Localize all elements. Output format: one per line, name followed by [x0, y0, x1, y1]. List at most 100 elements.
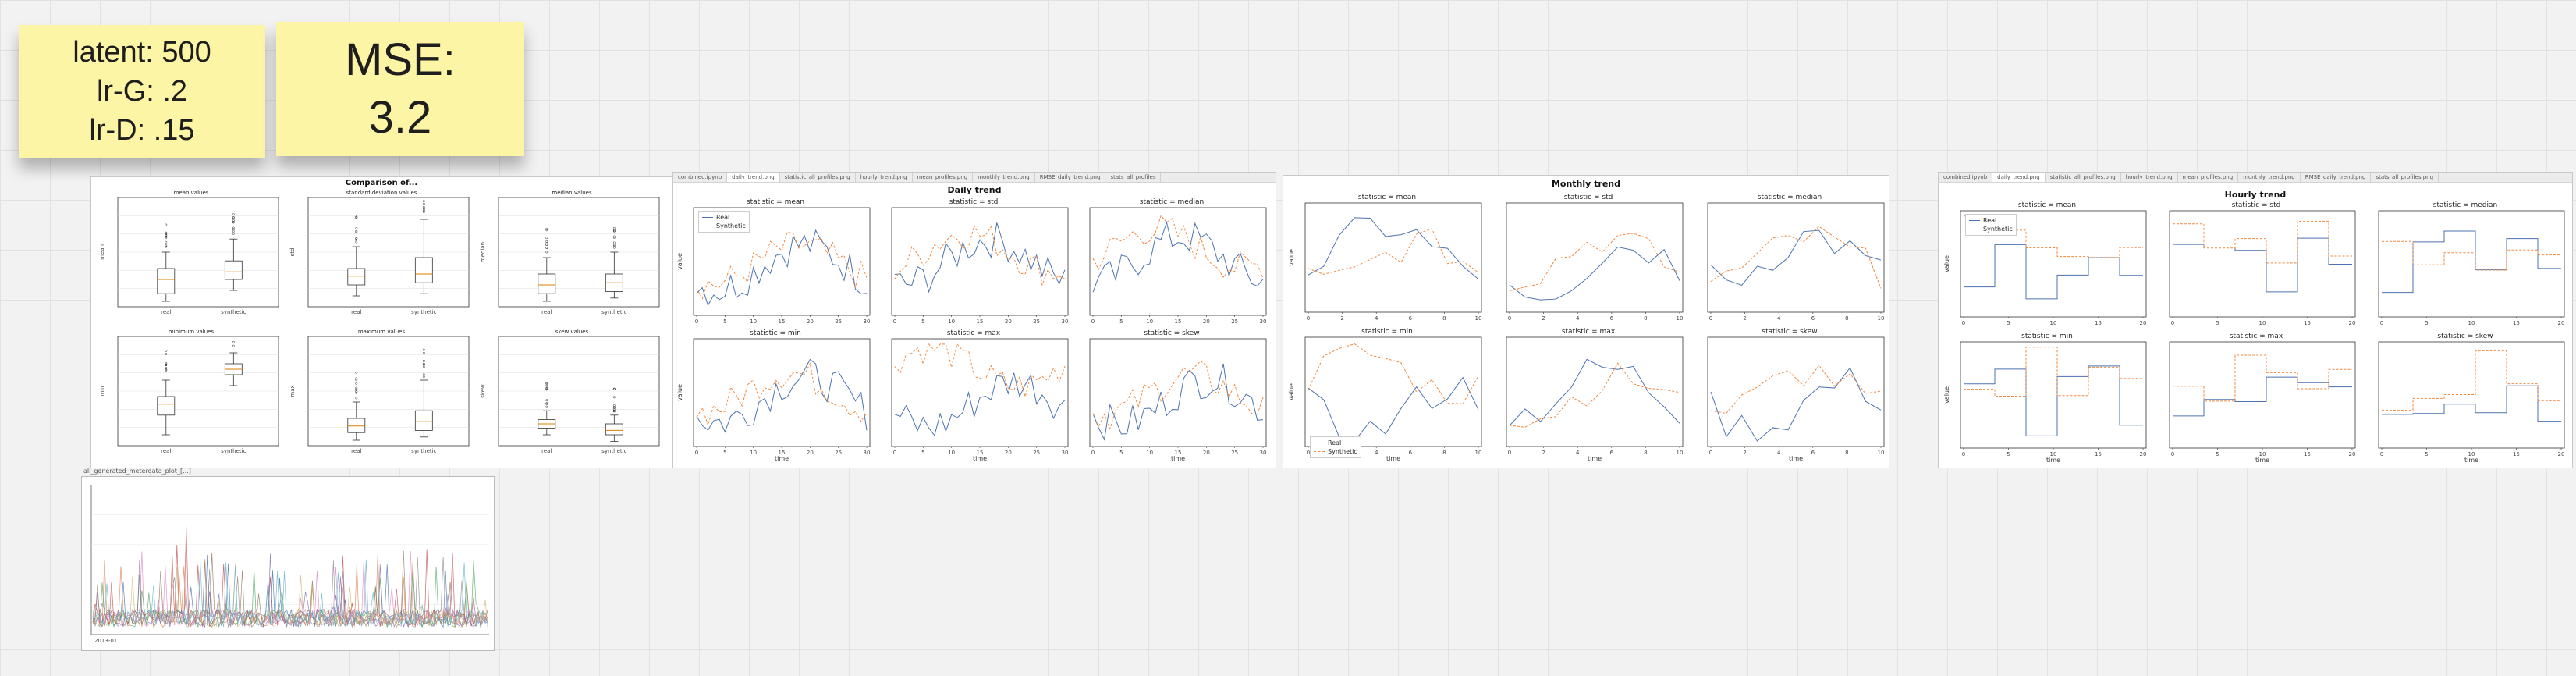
- line-subplot: statistic = median 0 2 4 6 8 10: [1692, 193, 1887, 327]
- series-line: [696, 229, 868, 307]
- x-tick: 4: [1777, 450, 1781, 456]
- legend-real: Real: [1314, 439, 1357, 447]
- series-line: [1092, 221, 1264, 293]
- series-line: [696, 362, 868, 427]
- tab-4[interactable]: mean_profiles.png: [2178, 173, 2239, 182]
- box-synthetic: [224, 340, 243, 386]
- boxplot-subplot: skew values skew real synthetic: [480, 327, 664, 460]
- x-tick: 25: [835, 318, 842, 325]
- line-subplot: statistic = mean 0 2 4 6 8 10 value: [1288, 193, 1485, 327]
- image-caption: all_generated_meterdata_plot_[...]: [83, 468, 191, 475]
- tab-3[interactable]: hourly_trend.png: [2121, 173, 2178, 182]
- x-tick: 2: [1743, 450, 1746, 456]
- note-line: lr-G: .2: [96, 75, 188, 108]
- y-axis-label: value: [1943, 255, 1950, 272]
- x-tick: 2: [1340, 315, 1343, 322]
- x-tick: 20: [2349, 451, 2356, 457]
- tab-6[interactable]: RMSE_daily_trend.png: [2301, 173, 2372, 182]
- x-tick: 0: [1709, 450, 1712, 456]
- series-line: [1710, 226, 1882, 289]
- box-synthetic: [605, 387, 623, 442]
- x-tick: 25: [1033, 450, 1040, 456]
- x-tick: 25: [835, 450, 842, 456]
- x-tick: 15: [2304, 451, 2311, 457]
- generated-profiles-image[interactable]: all_generated_meterdata_plot_[...] 2013-…: [81, 468, 495, 651]
- series-line: [1092, 361, 1264, 430]
- tab-0[interactable]: combined.ipynb: [673, 173, 728, 182]
- x-tick: 15: [2304, 320, 2311, 326]
- x-tick: 6: [1610, 450, 1614, 456]
- hourly-trend-image[interactable]: combined.ipynb daily_trend.png statistic_a…: [1938, 172, 2573, 468]
- x-tick: 5: [1119, 450, 1123, 456]
- legend: Real Synthetic: [1965, 214, 2017, 236]
- tab-2[interactable]: statistic_all_profiles.png: [2046, 173, 2121, 182]
- series-line: [1509, 233, 1680, 291]
- x-tick: 20: [2140, 451, 2147, 457]
- x-tick: 20: [1005, 450, 1012, 456]
- legend-real: Real: [1969, 216, 2013, 225]
- x-tick: 0: [695, 318, 698, 325]
- tab-1[interactable]: daily_trend.png: [727, 173, 780, 182]
- x-tick: 10: [2468, 320, 2475, 326]
- boxplot-subplot: mean values mean real synthetic: [99, 188, 283, 321]
- box-synthetic: [605, 226, 623, 299]
- line-subplot: statistic = mean 0 5 10 15 20 25 30 value Real Syn…: [676, 197, 873, 330]
- line-subplot: statistic = std 0 5 10 15 20 25 30: [876, 197, 1071, 330]
- tab-0[interactable]: combined.ipynb: [1939, 173, 1993, 182]
- series-line: [2382, 350, 2561, 411]
- note-line: MSE:: [345, 34, 456, 85]
- note-line: lr-D: .15: [89, 114, 195, 147]
- series-line: [1964, 347, 2143, 397]
- x-tick: 6: [1409, 315, 1413, 322]
- series-line: [696, 231, 868, 300]
- x-tick: 30: [864, 450, 871, 456]
- x-tick: 0: [893, 318, 896, 325]
- series-line: [1710, 367, 1882, 442]
- tab-7[interactable]: stats_all_profiles: [1105, 173, 1162, 182]
- x-tick: 15: [2513, 451, 2520, 457]
- x-tick: 15: [977, 318, 984, 325]
- sticky-note-hyperparams[interactable]: latent: 500 lr-G: .2 lr-D: .15: [19, 25, 265, 158]
- line-subplot: statistic = min 0 5 10 15 20 25 30 time value: [676, 329, 873, 462]
- tab-3[interactable]: hourly_trend.png: [856, 173, 913, 182]
- tab-1[interactable]: daily_trend.png: [1992, 173, 2046, 182]
- tab-6[interactable]: RMSE_daily_trend.png: [1035, 173, 1106, 182]
- line-subplot: statistic = skew 0 2 4 6 8 10 time: [1692, 327, 1887, 462]
- legend-synthetic: Synthetic: [702, 222, 746, 230]
- x-tick: 5: [921, 318, 924, 325]
- x-tick: 8: [1845, 315, 1848, 322]
- series-line: [1509, 358, 1680, 426]
- x-tick: 8: [1644, 315, 1647, 322]
- series-line: [2173, 354, 2352, 402]
- x-tick: 10: [2259, 320, 2266, 326]
- x-tick: 6: [1409, 450, 1413, 456]
- tab-7[interactable]: stats_all_profiles.png: [2371, 173, 2439, 182]
- monthly-trend-image[interactable]: Monthly trend statistic = mean 0 2 4 6 8 10 val…: [1283, 175, 1889, 468]
- x-tick: 5: [2216, 320, 2219, 326]
- note-line: 3.2: [368, 92, 432, 143]
- boxplot-comparison-image[interactable]: Comparison of... mean values mean real synt…: [90, 176, 672, 468]
- daily-trend-image[interactable]: combined.ipynb daily_trend.png statistic_a…: [672, 172, 1276, 468]
- sticky-note-mse[interactable]: MSE: 3.2: [276, 22, 524, 156]
- tab-4[interactable]: mean_profiles.png: [913, 173, 974, 182]
- line-subplot: statistic = mean 0 5 10 15 20 value Real Synthet…: [1943, 201, 2149, 332]
- x-axis-label: time: [1171, 455, 1185, 462]
- x-tick: 0: [1508, 315, 1511, 322]
- box-xtick: synthetic: [221, 448, 246, 454]
- box-xtick: synthetic: [221, 309, 246, 315]
- tab-5[interactable]: monthly_trend.png: [2238, 173, 2301, 182]
- x-tick: 10: [948, 450, 955, 456]
- x-tick: 15: [2513, 320, 2520, 326]
- line-subplot: statistic = min0246810timevalueRealSynth…: [1288, 327, 1485, 462]
- tab-5[interactable]: monthly_trend.png: [973, 173, 1035, 182]
- line-subplot: statistic = min 0 5 10 15 20 time value: [1943, 332, 2149, 464]
- box-xtick: real: [161, 448, 171, 454]
- x-tick: 30: [1062, 450, 1069, 456]
- x-tick: 0: [1508, 450, 1511, 456]
- series-line: [2173, 220, 2352, 264]
- x-tick: 30: [1260, 450, 1267, 456]
- tab-2[interactable]: statistic_all_profiles.png: [780, 173, 856, 182]
- x-tick: 0: [695, 450, 698, 456]
- x-tick: 4: [1375, 315, 1378, 322]
- box-real: [347, 215, 366, 297]
